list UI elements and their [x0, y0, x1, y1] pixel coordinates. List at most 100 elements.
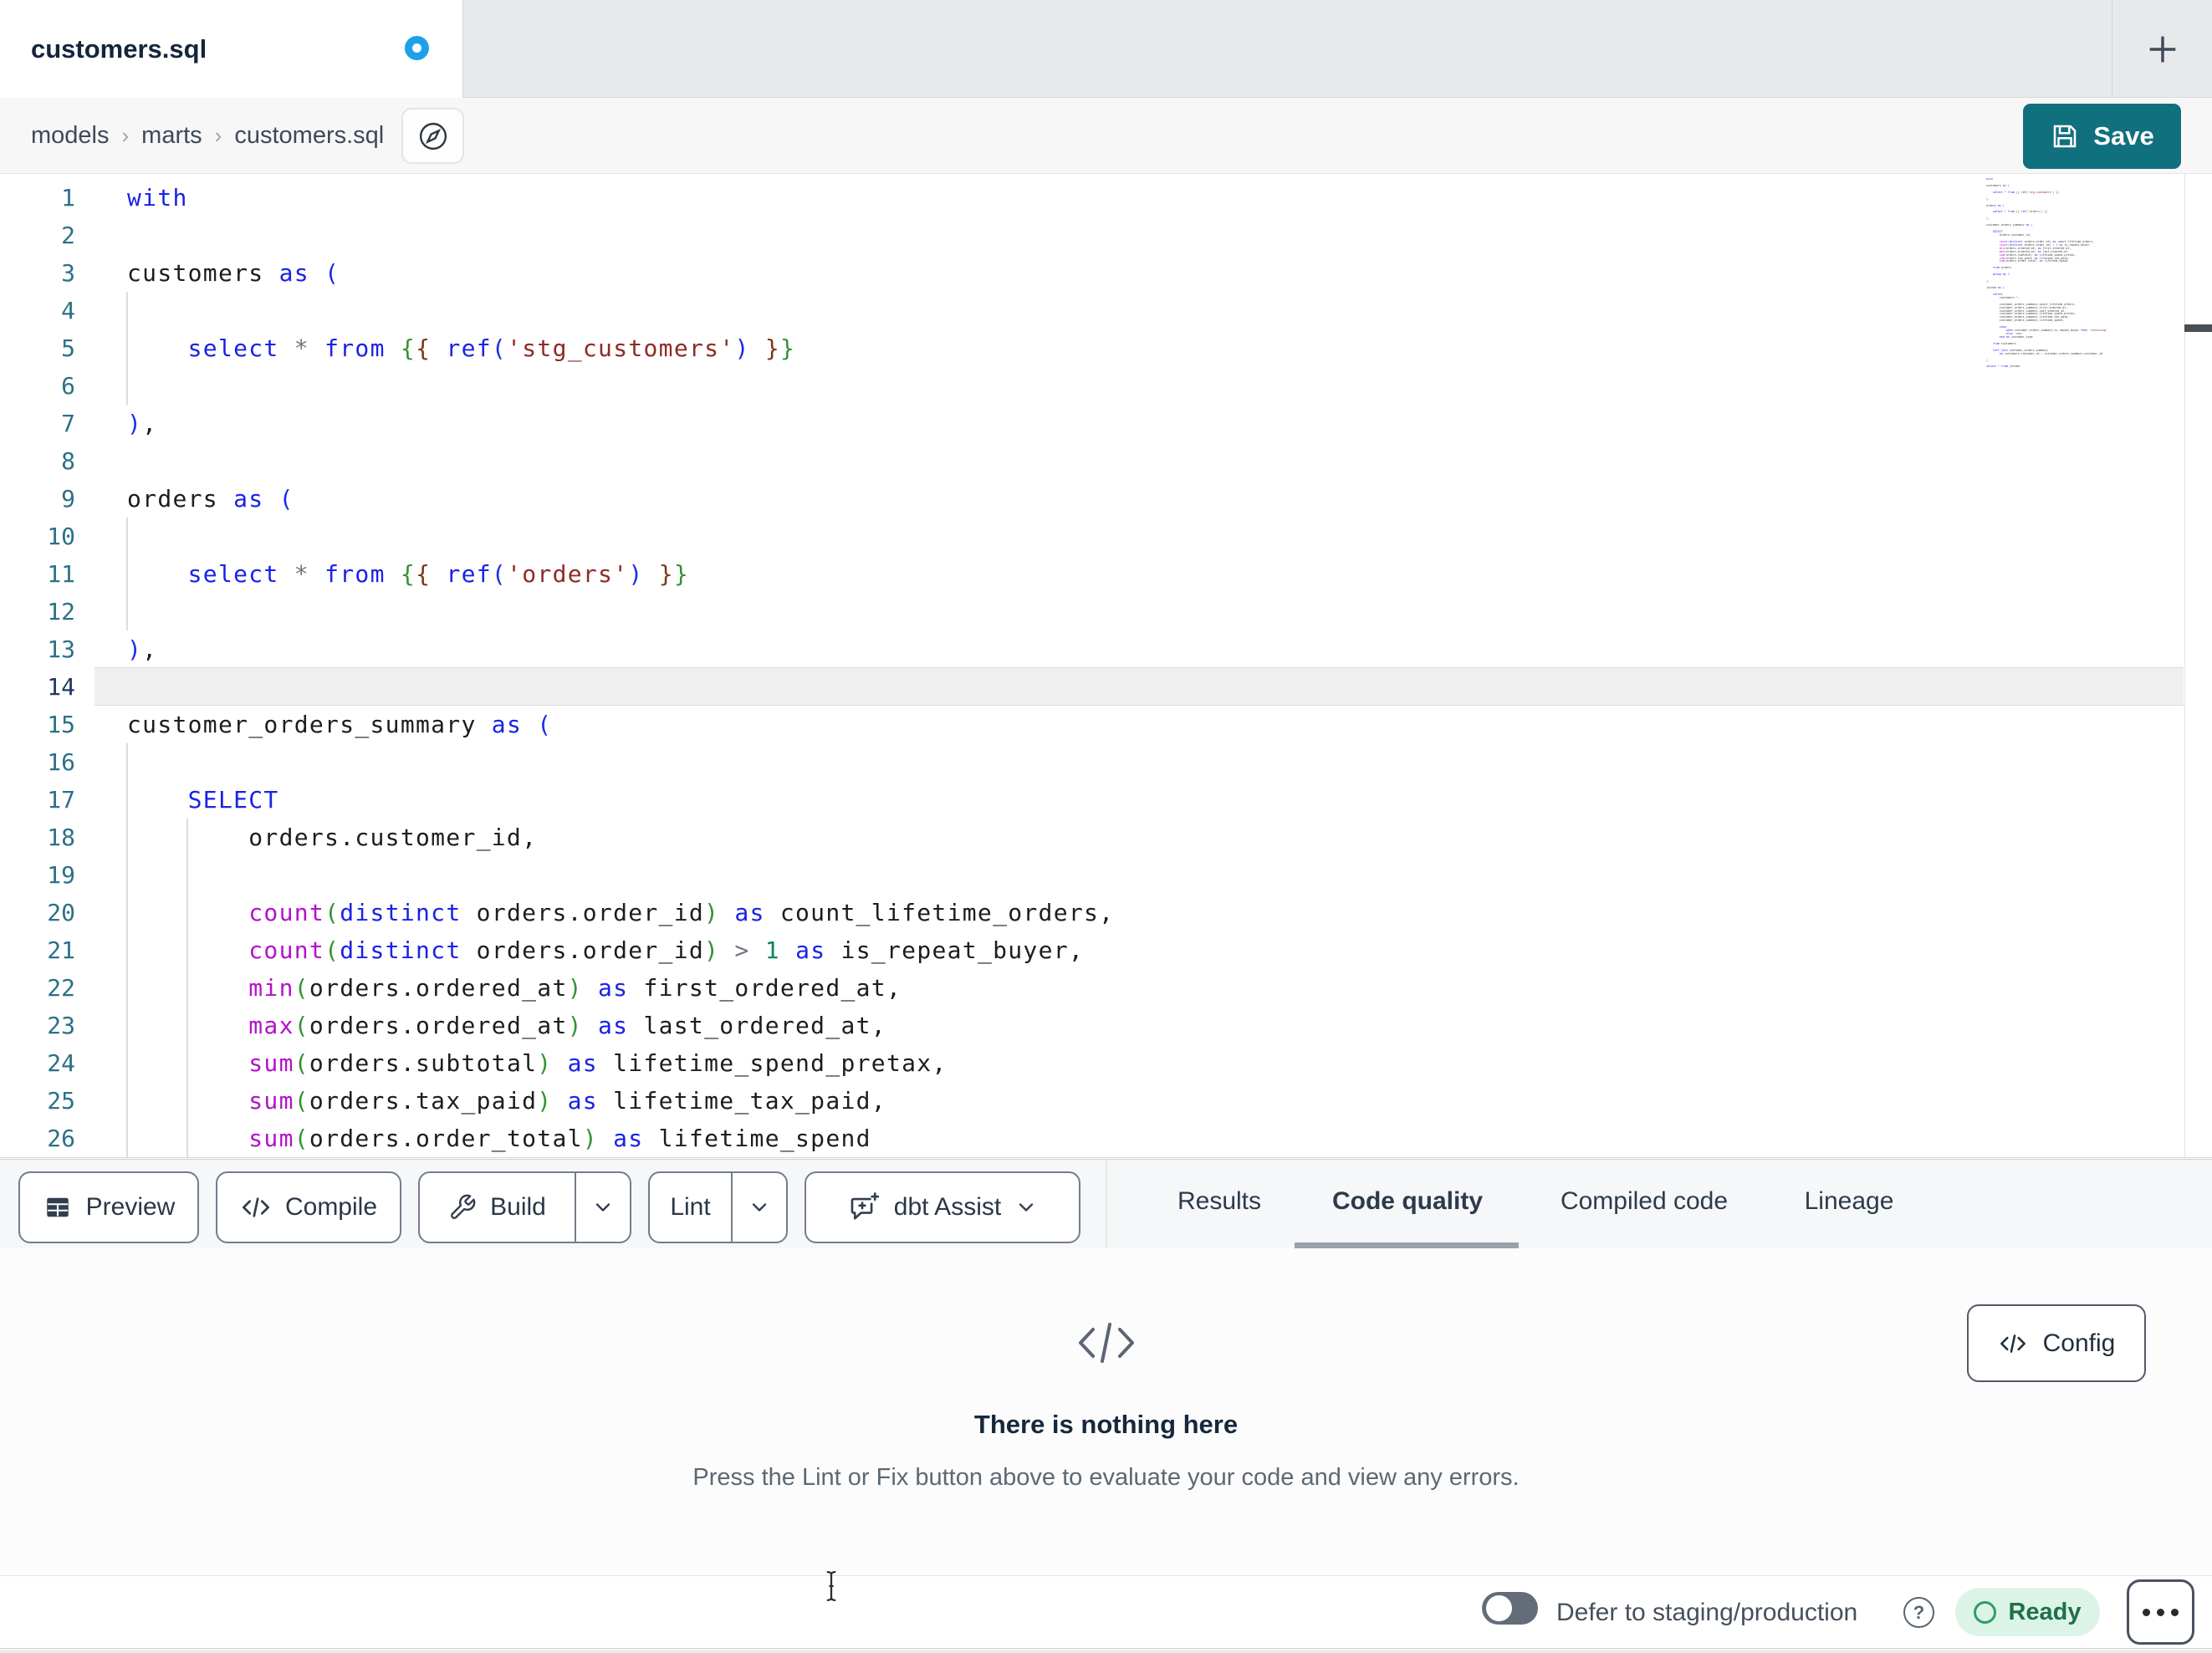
dbt-assist-label: dbt Assist: [893, 1193, 1002, 1221]
line-number: 11: [47, 560, 75, 588]
wrench-icon: [451, 1194, 476, 1219]
help-icon[interactable]: ?: [1903, 1597, 1934, 1628]
code-line[interactable]: select * from {{ ref('stg_customers') }}: [127, 329, 795, 367]
line-number: 23: [47, 1012, 75, 1039]
lint-button[interactable]: Lint: [648, 1171, 788, 1243]
results-panel: There is nothing here Press the Lint or …: [0, 1248, 2212, 1575]
compile-label: Compile: [284, 1193, 378, 1221]
line-number: 1: [61, 184, 75, 212]
breadcrumb-item-models[interactable]: models: [31, 122, 110, 150]
build-button[interactable]: Build: [418, 1171, 631, 1243]
tab-strip: customers.sql: [0, 0, 2212, 98]
code-line[interactable]: count(distinct orders.order_id) as count…: [127, 894, 1114, 931]
table-icon: [46, 1197, 69, 1217]
ellipsis-icon: [2157, 1608, 2164, 1616]
lineage-compass-button[interactable]: [401, 108, 464, 164]
code-line[interactable]: min(orders.ordered_at) as first_ordered_…: [127, 969, 902, 1007]
line-number: 6: [61, 372, 75, 400]
tab-title: customers.sql: [31, 33, 207, 64]
ellipsis-icon: [2143, 1608, 2150, 1616]
overflow-menu-button[interactable]: [2127, 1579, 2194, 1645]
line-number: 26: [47, 1125, 75, 1152]
tab-results[interactable]: Results: [1155, 1160, 1284, 1243]
line-number: 19: [47, 861, 75, 889]
tab-compiled-code-label: Compiled code: [1560, 1187, 1729, 1215]
indent-guide: [186, 819, 188, 1157]
line-number: 9: [61, 485, 75, 513]
empty-state-title: There is nothing here: [973, 1410, 1239, 1439]
tab-code-quality[interactable]: Code quality: [1305, 1160, 1510, 1243]
breadcrumb-item-marts[interactable]: marts: [141, 122, 202, 150]
code-icon: [2000, 1334, 2026, 1353]
code-line[interactable]: with: [127, 179, 188, 217]
build-main[interactable]: Build: [420, 1173, 575, 1242]
new-tab-button[interactable]: [2112, 0, 2212, 98]
text-cursor-pointer: [824, 1569, 839, 1603]
line-number: 16: [47, 748, 75, 776]
minimap-line: select * from joined: [1986, 365, 2020, 369]
toggle-knob: [1486, 1595, 1512, 1621]
defer-toggle[interactable]: [1482, 1592, 1538, 1625]
code-line[interactable]: orders as (: [127, 480, 294, 518]
compile-button[interactable]: Compile: [216, 1171, 401, 1243]
tab-customers-sql[interactable]: customers.sql: [0, 0, 463, 98]
code-line[interactable]: orders.customer_id,: [127, 819, 537, 856]
code-line[interactable]: sum(orders.subtotal) as lifetime_spend_p…: [127, 1044, 948, 1082]
code-line[interactable]: sum(orders.order_total) as lifetime_spen…: [127, 1120, 871, 1157]
line-number: 18: [47, 824, 75, 851]
indent-guide: [126, 292, 128, 405]
line-number: 20: [47, 899, 75, 926]
tab-lineage[interactable]: Lineage: [1778, 1160, 1920, 1243]
unsaved-changes-dot: [405, 36, 429, 60]
preview-button[interactable]: Preview: [18, 1171, 199, 1243]
line-number: 17: [47, 786, 75, 814]
indent-guide: [126, 743, 128, 1157]
code-line[interactable]: count(distinct orders.order_id) > 1 as i…: [127, 931, 1084, 969]
status-badge: Ready: [1955, 1588, 2100, 1636]
breadcrumb-separator: ›: [121, 123, 130, 148]
build-label: Build: [490, 1193, 546, 1221]
code-line[interactable]: sum(orders.tax_paid) as lifetime_tax_pai…: [127, 1082, 886, 1120]
breadcrumb-bar: models › marts › customers.sql Save: [0, 98, 2212, 174]
code-line[interactable]: customers as (: [127, 254, 340, 292]
line-number: 3: [61, 259, 75, 287]
save-label: Save: [2093, 121, 2154, 151]
chevron-down-icon: [595, 1203, 610, 1212]
indent-guide: [126, 518, 128, 630]
config-button[interactable]: Config: [1967, 1304, 2146, 1382]
scrollbar-marker[interactable]: [2184, 324, 2212, 332]
lint-dropdown-toggle[interactable]: [731, 1173, 786, 1242]
code-line[interactable]: ),: [127, 630, 157, 668]
defer-label: Defer to staging/production: [1556, 1599, 1858, 1626]
code-line[interactable]: customer_orders_summary as (: [127, 706, 552, 743]
save-floppy-icon: [2054, 125, 2077, 148]
editor-scrollbar[interactable]: [2184, 174, 2212, 1157]
breadcrumb: models › marts › customers.sql: [31, 98, 384, 174]
build-dropdown-toggle[interactable]: [575, 1173, 630, 1242]
line-number: 8: [61, 447, 75, 475]
code-line[interactable]: max(orders.ordered_at) as last_ordered_a…: [127, 1007, 886, 1044]
code-line[interactable]: SELECT: [127, 781, 279, 819]
code-editor[interactable]: 1 2 3 4 5 6 7 8 9 10 11 12 13 14 15 16 17 18 19 20 21 22 23 24 2…: [0, 174, 2212, 1158]
line-number: 14: [47, 673, 75, 701]
save-button[interactable]: Save: [2023, 104, 2181, 169]
chevron-down-icon: [752, 1203, 767, 1212]
dbt-assist-button[interactable]: dbt Assist: [805, 1171, 1080, 1243]
line-number: 7: [61, 410, 75, 437]
code-slash-empty-icon: [1074, 1317, 1139, 1369]
breadcrumb-item-file[interactable]: customers.sql: [234, 122, 384, 150]
lint-main[interactable]: Lint: [650, 1173, 731, 1242]
line-number: 21: [47, 936, 75, 964]
minimap[interactable]: with customers as ( select * from {{ ref(…: [1986, 178, 2181, 369]
code-line[interactable]: select * from {{ ref('orders') }}: [127, 555, 689, 593]
line-number: 10: [47, 523, 75, 550]
window-bottom-edge: [0, 1650, 2212, 1653]
code-icon: [242, 1197, 269, 1217]
tab-compiled-code[interactable]: Compiled code: [1535, 1160, 1753, 1243]
line-number: 15: [47, 711, 75, 738]
code-line[interactable]: ),: [127, 405, 157, 442]
line-number: 22: [47, 974, 75, 1002]
tab-results-label: Results: [1177, 1187, 1262, 1215]
ready-status-icon: [1974, 1600, 1997, 1624]
preview-label: Preview: [85, 1193, 176, 1221]
